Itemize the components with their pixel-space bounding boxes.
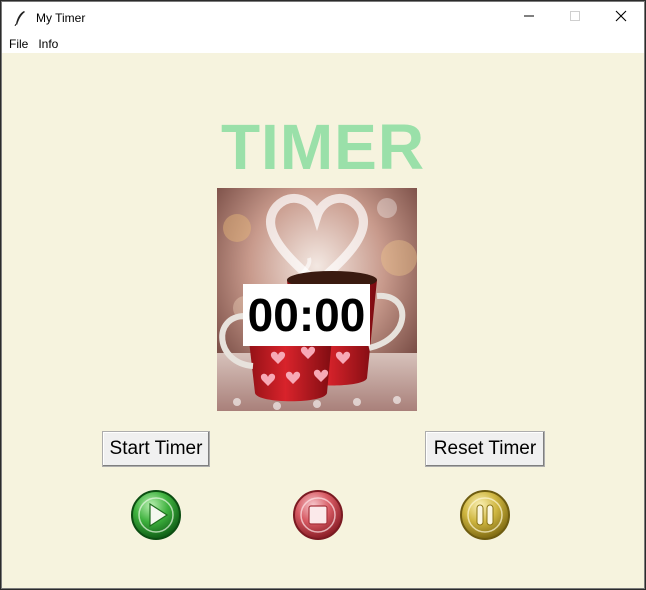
pause-icon — [458, 488, 512, 542]
pause-button[interactable] — [458, 488, 512, 542]
play-button[interactable] — [129, 488, 183, 542]
menu-file[interactable]: File — [2, 37, 33, 51]
close-button[interactable] — [598, 2, 644, 34]
stop-icon — [291, 488, 345, 542]
minimize-button[interactable] — [506, 2, 552, 34]
window-title: My Timer — [36, 11, 86, 25]
title-bar[interactable]: My Timer — [2, 2, 644, 34]
maximize-icon — [569, 9, 581, 27]
time-display: 00:00 — [243, 284, 370, 346]
play-icon — [129, 488, 183, 542]
time-text: 00:00 — [247, 289, 366, 341]
menu-info[interactable]: Info — [33, 37, 63, 51]
reset-timer-button[interactable]: Reset Timer — [425, 431, 545, 467]
start-timer-button[interactable]: Start Timer — [102, 431, 210, 467]
timer-heading: TIMER — [220, 111, 426, 183]
stop-button[interactable] — [291, 488, 345, 542]
feather-icon — [12, 10, 28, 26]
minimize-icon — [523, 9, 535, 27]
maximize-button[interactable] — [552, 2, 598, 34]
window-controls — [506, 2, 644, 34]
close-icon — [615, 9, 627, 27]
menu-bar: File Info — [2, 34, 644, 53]
app-window: My Timer File Info TIMER 00:00 Start Tim… — [1, 1, 645, 589]
